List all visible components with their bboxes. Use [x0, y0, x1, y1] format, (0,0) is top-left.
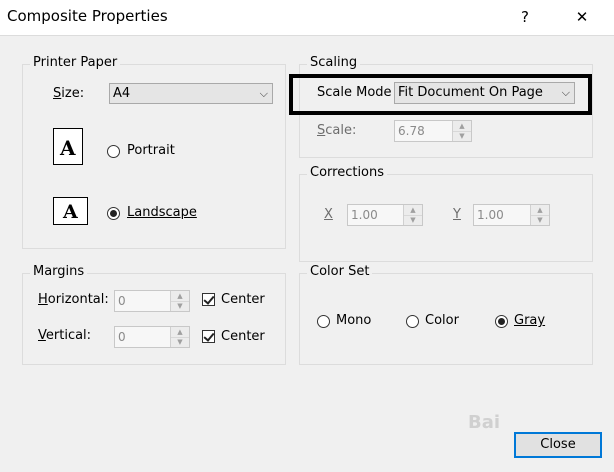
size-label: Size:: [53, 86, 85, 101]
landscape-label: Landscape: [127, 205, 197, 220]
landscape-page-icon: A: [53, 197, 88, 225]
window-title: Composite Properties: [7, 7, 168, 25]
spin-down-icon[interactable]: ▼: [404, 215, 422, 225]
y-value: 1.00: [477, 208, 504, 222]
portrait-page-icon: A: [53, 128, 83, 165]
gray-label: Gray: [514, 313, 546, 328]
scale-spinbox[interactable]: 6.78 ▲ ▼: [394, 120, 472, 142]
center-vertical-label: Center: [221, 329, 265, 344]
mono-radio[interactable]: [317, 315, 330, 328]
spin-down-icon[interactable]: ▼: [171, 301, 189, 311]
x-label: X: [324, 207, 333, 222]
corrections-legend: Corrections: [307, 165, 388, 180]
horizontal-value: 0: [118, 294, 126, 308]
scale-label: Scale:: [317, 123, 357, 138]
mono-label: Mono: [336, 313, 372, 328]
help-button[interactable]: ?: [503, 4, 547, 30]
x-spinner: ▲ ▼: [403, 205, 422, 225]
watermark: Bai: [468, 412, 501, 433]
horizontal-margin-spinbox[interactable]: 0 ▲ ▼: [114, 290, 190, 312]
vertical-label: Vertical:: [38, 328, 92, 343]
spin-down-icon[interactable]: ▼: [531, 215, 549, 225]
x-spinbox[interactable]: 1.00 ▲ ▼: [347, 204, 423, 226]
scale-spinner: ▲ ▼: [452, 121, 471, 141]
vertical-spinner: ▲ ▼: [170, 327, 189, 347]
portrait-radio[interactable]: [107, 145, 120, 158]
scale-value: 6.78: [398, 124, 425, 138]
y-label: Y: [453, 207, 461, 222]
center-vertical-checkbox[interactable]: [202, 330, 215, 343]
horizontal-spinner: ▲ ▼: [170, 291, 189, 311]
color-set-legend: Color Set: [307, 264, 373, 279]
paper-size-value: A4: [113, 86, 131, 101]
y-spinner: ▲ ▼: [530, 205, 549, 225]
close-window-button[interactable]: ✕: [560, 4, 604, 30]
spin-down-icon[interactable]: ▼: [453, 131, 471, 141]
dialog-body: Printer Paper Size: A4 ⌵ A Portrait A La…: [0, 35, 614, 472]
landscape-radio[interactable]: [107, 207, 120, 220]
corrections-group: Corrections X 1.00 ▲ ▼ Y 1.00 ▲ ▼: [299, 165, 593, 262]
color-label: Color: [425, 313, 459, 328]
printer-paper-group: Printer Paper Size: A4 ⌵ A Portrait A La…: [22, 55, 286, 249]
paper-size-select[interactable]: A4 ⌵: [109, 83, 273, 104]
close-button[interactable]: Close: [514, 432, 602, 458]
vertical-margin-spinbox[interactable]: 0 ▲ ▼: [114, 326, 190, 348]
scaling-legend: Scaling: [307, 55, 361, 70]
vertical-value: 0: [118, 330, 126, 344]
margins-group: Margins Horizontal: 0 ▲ ▼ Center Vertica…: [22, 264, 286, 365]
x-value: 1.00: [351, 208, 378, 222]
spin-down-icon[interactable]: ▼: [171, 337, 189, 347]
color-radio[interactable]: [406, 315, 419, 328]
printer-paper-legend: Printer Paper: [30, 55, 121, 70]
y-spinbox[interactable]: 1.00 ▲ ▼: [473, 204, 550, 226]
chevron-down-icon: ⌵: [259, 87, 268, 100]
center-horizontal-checkbox[interactable]: [202, 293, 215, 306]
color-set-group: Color Set Mono Color Gray: [299, 264, 593, 365]
horizontal-label: Horizontal:: [38, 292, 109, 307]
margins-legend: Margins: [30, 264, 88, 279]
title-bar: Composite Properties ? ✕: [0, 0, 614, 35]
gray-radio[interactable]: [495, 315, 508, 328]
center-horizontal-label: Center: [221, 292, 265, 307]
portrait-label: Portrait: [127, 143, 175, 158]
annotation-highlight-box: [289, 74, 592, 115]
